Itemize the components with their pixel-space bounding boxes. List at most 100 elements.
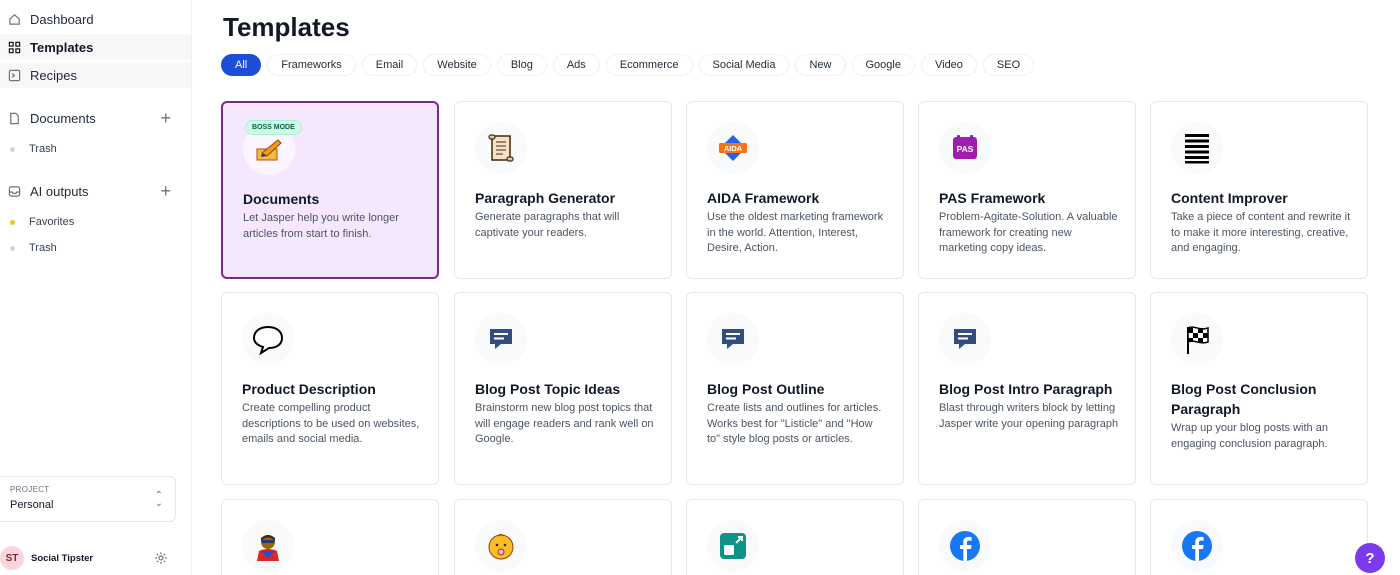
aida-icon-text: AIDA xyxy=(724,144,743,153)
template-card[interactable] xyxy=(1150,499,1368,575)
category-tabs: All Frameworks Email Website Blog Ads Ec… xyxy=(221,54,1035,76)
project-label: PROJECT xyxy=(10,485,50,494)
template-card-blog-post-outline[interactable]: Blog Post Outline Create lists and outli… xyxy=(686,292,904,485)
scroll-icon xyxy=(475,122,527,174)
card-title: Product Description xyxy=(242,381,376,397)
sidebar-item-label: Dashboard xyxy=(30,11,94,27)
dot-icon xyxy=(10,219,15,225)
inbox-icon xyxy=(8,185,21,198)
tab-video[interactable]: Video xyxy=(920,54,977,76)
sidebar-item-label: Trash xyxy=(29,242,57,254)
card-description: Blast through writers block by letting J… xyxy=(939,402,1119,430)
tab-seo[interactable]: SEO xyxy=(982,54,1035,76)
help-button[interactable]: ? xyxy=(1355,543,1385,573)
superhero-icon xyxy=(242,520,294,572)
template-card-blog-post-intro-paragraph[interactable]: Blog Post Intro Paragraph Blast through … xyxy=(918,292,1136,485)
sidebar-item-documents-trash[interactable]: Trash xyxy=(10,143,57,155)
template-card[interactable] xyxy=(221,499,439,575)
card-description: Let Jasper help you write longer article… xyxy=(243,212,399,240)
dot-icon xyxy=(10,146,15,152)
tab-ecommerce[interactable]: Ecommerce xyxy=(605,54,693,76)
sidebar-item-label: Templates xyxy=(30,39,94,55)
tab-website[interactable]: Website xyxy=(423,54,491,76)
boss-mode-badge: BOSS MODE xyxy=(245,120,302,135)
chat-icon xyxy=(939,313,991,365)
gear-icon[interactable] xyxy=(154,551,168,565)
project-value: Personal xyxy=(10,499,54,511)
card-description: Create compelling product descriptions t… xyxy=(242,402,420,445)
card-title: Paragraph Generator xyxy=(475,190,616,206)
user-profile[interactable]: ST Social Tipster xyxy=(0,546,190,570)
user-name: Social Tipster xyxy=(31,552,94,564)
template-card-blog-post-conclusion-paragraph[interactable]: Blog Post Conclusion Paragraph Wrap up y… xyxy=(1150,292,1368,485)
template-card-documents[interactable]: BOSS MODE Documents Let Jasper help you … xyxy=(221,101,439,279)
sidebar-item-ai-outputs[interactable]: AI outputs + xyxy=(0,178,191,204)
card-title: Documents xyxy=(243,191,320,207)
sidebar-item-dashboard[interactable]: Dashboard xyxy=(0,6,191,32)
document-icon xyxy=(8,112,21,125)
page-title: Templates xyxy=(223,12,350,42)
sidebar-item-label: Documents xyxy=(30,110,96,126)
facebook-icon xyxy=(1171,520,1223,572)
template-card-paragraph-generator[interactable]: Paragraph Generator Generate paragraphs … xyxy=(454,101,672,279)
sidebar-item-label: Recipes xyxy=(30,67,77,83)
template-card-content-improver[interactable]: Content Improver Take a piece of content… xyxy=(1150,101,1368,279)
baby-icon xyxy=(475,520,527,572)
card-title: PAS Framework xyxy=(939,190,1046,206)
template-card[interactable] xyxy=(918,499,1136,575)
card-title: Blog Post Intro Paragraph xyxy=(939,381,1113,397)
facebook-icon xyxy=(939,520,991,572)
sidebar-item-ai-trash[interactable]: Trash xyxy=(10,242,57,254)
tab-google[interactable]: Google xyxy=(851,54,915,76)
card-description: Problem-Agitate-Solution. A valuable fra… xyxy=(939,211,1118,254)
tab-email[interactable]: Email xyxy=(361,54,418,76)
card-title: Blog Post Outline xyxy=(707,381,825,397)
sidebar-item-templates[interactable]: Templates xyxy=(0,34,191,60)
template-card-product-description[interactable]: Product Description Create compelling pr… xyxy=(221,292,439,485)
card-description: Create lists and outlines for articles. … xyxy=(707,402,882,445)
checkered-flag-icon xyxy=(1171,313,1223,365)
template-card-aida-framework[interactable]: AIDA AIDA Framework Use the oldest marke… xyxy=(686,101,904,279)
card-title: Content Improver xyxy=(1171,190,1288,206)
chevron-up-down-icon: ⌃ ⌄ xyxy=(154,490,163,509)
sidebar-item-label: Favorites xyxy=(29,216,75,228)
tab-all[interactable]: All xyxy=(221,54,262,76)
card-description: Use the oldest marketing framework in th… xyxy=(707,211,884,254)
tab-ads[interactable]: Ads xyxy=(552,54,600,76)
card-description: Brainstorm new blog post topics that wil… xyxy=(475,402,654,445)
template-card[interactable] xyxy=(454,499,672,575)
template-card-blog-post-topic-ideas[interactable]: Blog Post Topic Ideas Brainstorm new blo… xyxy=(454,292,672,485)
dot-icon xyxy=(10,245,15,251)
add-ai-output-icon[interactable]: + xyxy=(160,182,171,200)
pas-icon: PAS xyxy=(939,122,991,174)
sidebar: Dashboard Templates Recipes Documents + … xyxy=(0,0,192,575)
template-card-pas-framework[interactable]: PAS PAS Framework Problem-Agitate-Soluti… xyxy=(918,101,1136,279)
pas-icon-text: PAS xyxy=(957,144,974,154)
sidebar-item-label: AI outputs xyxy=(30,183,89,199)
chat-icon xyxy=(707,313,759,365)
tab-frameworks[interactable]: Frameworks xyxy=(267,54,356,76)
card-title: Blog Post Topic Ideas xyxy=(475,381,621,397)
sidebar-item-label: Trash xyxy=(29,143,57,155)
sidebar-item-recipes[interactable]: Recipes xyxy=(0,62,191,88)
template-card[interactable] xyxy=(686,499,904,575)
aida-icon: AIDA xyxy=(707,122,759,174)
sidebar-item-documents[interactable]: Documents + xyxy=(0,105,191,131)
speech-bubble-icon xyxy=(242,313,294,365)
sidebar-item-favorites[interactable]: Favorites xyxy=(10,216,74,228)
tab-social-media[interactable]: Social Media xyxy=(698,54,790,76)
lines-icon xyxy=(1171,122,1223,174)
chat-icon xyxy=(475,313,527,365)
home-icon xyxy=(8,13,21,26)
add-document-icon[interactable]: + xyxy=(160,109,171,127)
tab-new[interactable]: New xyxy=(795,54,846,76)
app-icon xyxy=(707,520,759,572)
card-description: Generate paragraphs that will captivate … xyxy=(475,211,620,239)
project-selector[interactable]: PROJECT Personal ⌃ ⌄ xyxy=(0,476,176,522)
card-title: AIDA Framework xyxy=(707,190,820,206)
card-description: Take a piece of content and rewrite it t… xyxy=(1171,211,1351,254)
card-description: Wrap up your blog posts with an engaging… xyxy=(1171,422,1328,450)
grid-icon xyxy=(8,41,21,54)
card-title: Blog Post Conclusion Paragraph xyxy=(1171,381,1317,417)
tab-blog[interactable]: Blog xyxy=(496,54,547,76)
